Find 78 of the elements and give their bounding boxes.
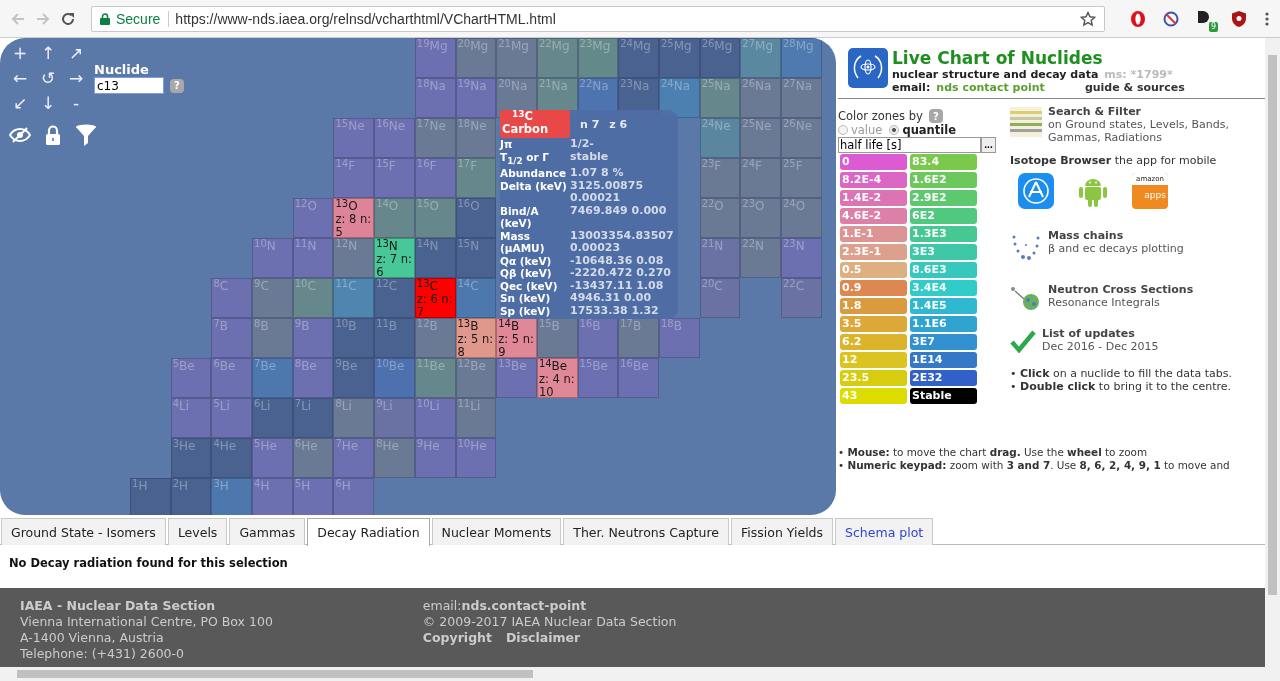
legend-swatch: 0.9 — [840, 280, 907, 296]
legend-swatch: 3E7 — [910, 334, 977, 350]
property-value: 4946.31 0.00 — [570, 292, 653, 305]
legend-swatch: 3.4E4 — [910, 280, 977, 296]
subtitle: nuclear structure and decay data — [892, 68, 1099, 81]
footer-text: IAEA - Nuclear Data Section — [20, 598, 217, 614]
hint-text: • Numeric keypad: zoom with 3 and 7. Use 8, 6, 2, 4, 9, 1 to move and — [838, 459, 1231, 472]
status-message: No Decay radiation found for this selection — [9, 556, 288, 570]
property-label: T$_{1/2}$ or Γ — [500, 150, 550, 168]
email-label: email: — [892, 81, 931, 94]
property-label: Qα (keV) — [500, 254, 553, 268]
legend-swatch: 0.5 — [840, 262, 907, 278]
legend-swatch: 2.9E2 — [910, 190, 977, 206]
url-text: https://www-nds.iaea.org/relnsd/vcharthtml/VChartHTML.html — [175, 10, 557, 27]
property-label: Sn (keV) — [500, 292, 552, 305]
property-value: 7469.849 0.000 — [570, 204, 668, 219]
legend-swatch: 8.6E3 — [910, 262, 977, 278]
legend-swatch: 2.3E-1 — [840, 244, 907, 260]
legend-swatch: 1.3E3 — [910, 226, 977, 242]
footer-email: email:nds.contact-point — [422, 598, 588, 614]
legend-swatch: 6.2 — [840, 334, 907, 350]
footer-text: © 2009-2017 IAEA Nuclear Data Section — [422, 614, 677, 630]
footer-text: Telephone: (+431) 2600-0 — [20, 646, 185, 662]
property-label: Jπ — [500, 138, 514, 151]
legend-swatch: 1.4E-2 — [840, 190, 907, 206]
property-label: Sp (keV) — [500, 304, 552, 318]
feature-description: on Ground states, Levels, Bands, Gammas, Radiations — [1048, 118, 1230, 144]
legend-swatch: 1E14 — [910, 352, 977, 368]
nuclide-badge: $^{13}$C Carbon — [500, 110, 570, 138]
property-label: Qβ (keV) — [500, 267, 553, 280]
property-label: Mass (μAMU) — [500, 229, 546, 255]
legend-swatch: 1.4E5 — [910, 298, 977, 314]
neutron-number: n 7 — [580, 117, 600, 131]
property-label: Bind/A (keV) — [500, 204, 540, 230]
property-value: -10648.36 0.08 — [570, 254, 665, 268]
nuclide-label: Nuclide — [94, 62, 150, 77]
property-value: -13437.11 1.08 — [570, 279, 665, 293]
property-label: Abundance — [500, 167, 567, 180]
app-title: Live Chart of Nuclides — [892, 48, 1104, 68]
property-value: 1.07 8 % — [570, 167, 625, 180]
hint-text: • Mouse: to move the chart drag. Use the wheel to zoom — [838, 446, 1149, 459]
legend-swatch: 23.5 — [840, 370, 907, 386]
property-value: stable — [570, 150, 610, 165]
footer-text: A-1400 Vienna, Austria — [20, 630, 165, 646]
property-label: Delta (keV) — [500, 179, 568, 194]
feature-description: Resonance Integrals — [1048, 296, 1161, 309]
feature-description: Dec 2016 - Dec 2015 — [1042, 340, 1159, 353]
legend-swatch: 1.E-1 — [840, 226, 907, 242]
legend-swatch: 2E32 — [910, 370, 977, 386]
property-label: Qec (keV) — [500, 279, 559, 293]
legend-swatch: 43 — [840, 388, 907, 404]
legend-swatch: 3E3 — [910, 244, 977, 260]
property-value: -2220.472 0.270 — [570, 267, 672, 280]
property-value: 17533.38 1.32 — [570, 304, 660, 318]
secure-label: Secure — [116, 10, 170, 27]
property-value: 3125.00875 0.00021 — [570, 179, 645, 205]
response-time: ms: *1799* — [1104, 68, 1173, 81]
legend-swatch: 1.6E2 — [910, 172, 977, 188]
hint-text: • Double click to bring it to the centre. — [1010, 380, 1232, 393]
legend-swatch: 6E2 — [910, 208, 977, 224]
legend-swatch: Stable — [910, 388, 977, 404]
property-value: 13003354.83507 0.00023 — [570, 229, 675, 255]
legend-swatch: 0 — [840, 154, 907, 170]
legend-swatch: 1.1E6 — [910, 316, 977, 332]
property-value: 1/2- — [570, 138, 595, 151]
app-promo-text: Isotope Browser the app for mobile — [1010, 154, 1217, 167]
color-zones-label: Color zones by — [838, 109, 923, 123]
legend-swatch: 12 — [840, 352, 907, 368]
legend-swatch: 3.5 — [840, 316, 907, 332]
legend-swatch: 8.2E-4 — [840, 172, 907, 188]
hint-text: • Click on a nuclide to fill the data tabs. — [1010, 367, 1233, 380]
feature-description: β and ec decays plotting — [1048, 242, 1184, 255]
extension-badge: 9 — [1208, 21, 1218, 32]
legend-swatch: 4.6E-2 — [840, 208, 907, 224]
legend-swatch: 1.8 — [840, 298, 907, 314]
proton-number: z 6 — [609, 117, 628, 131]
footer-text: Vienna International Centre, PO Box 100 — [20, 614, 273, 630]
legend-swatch: 83.4 — [910, 154, 977, 170]
